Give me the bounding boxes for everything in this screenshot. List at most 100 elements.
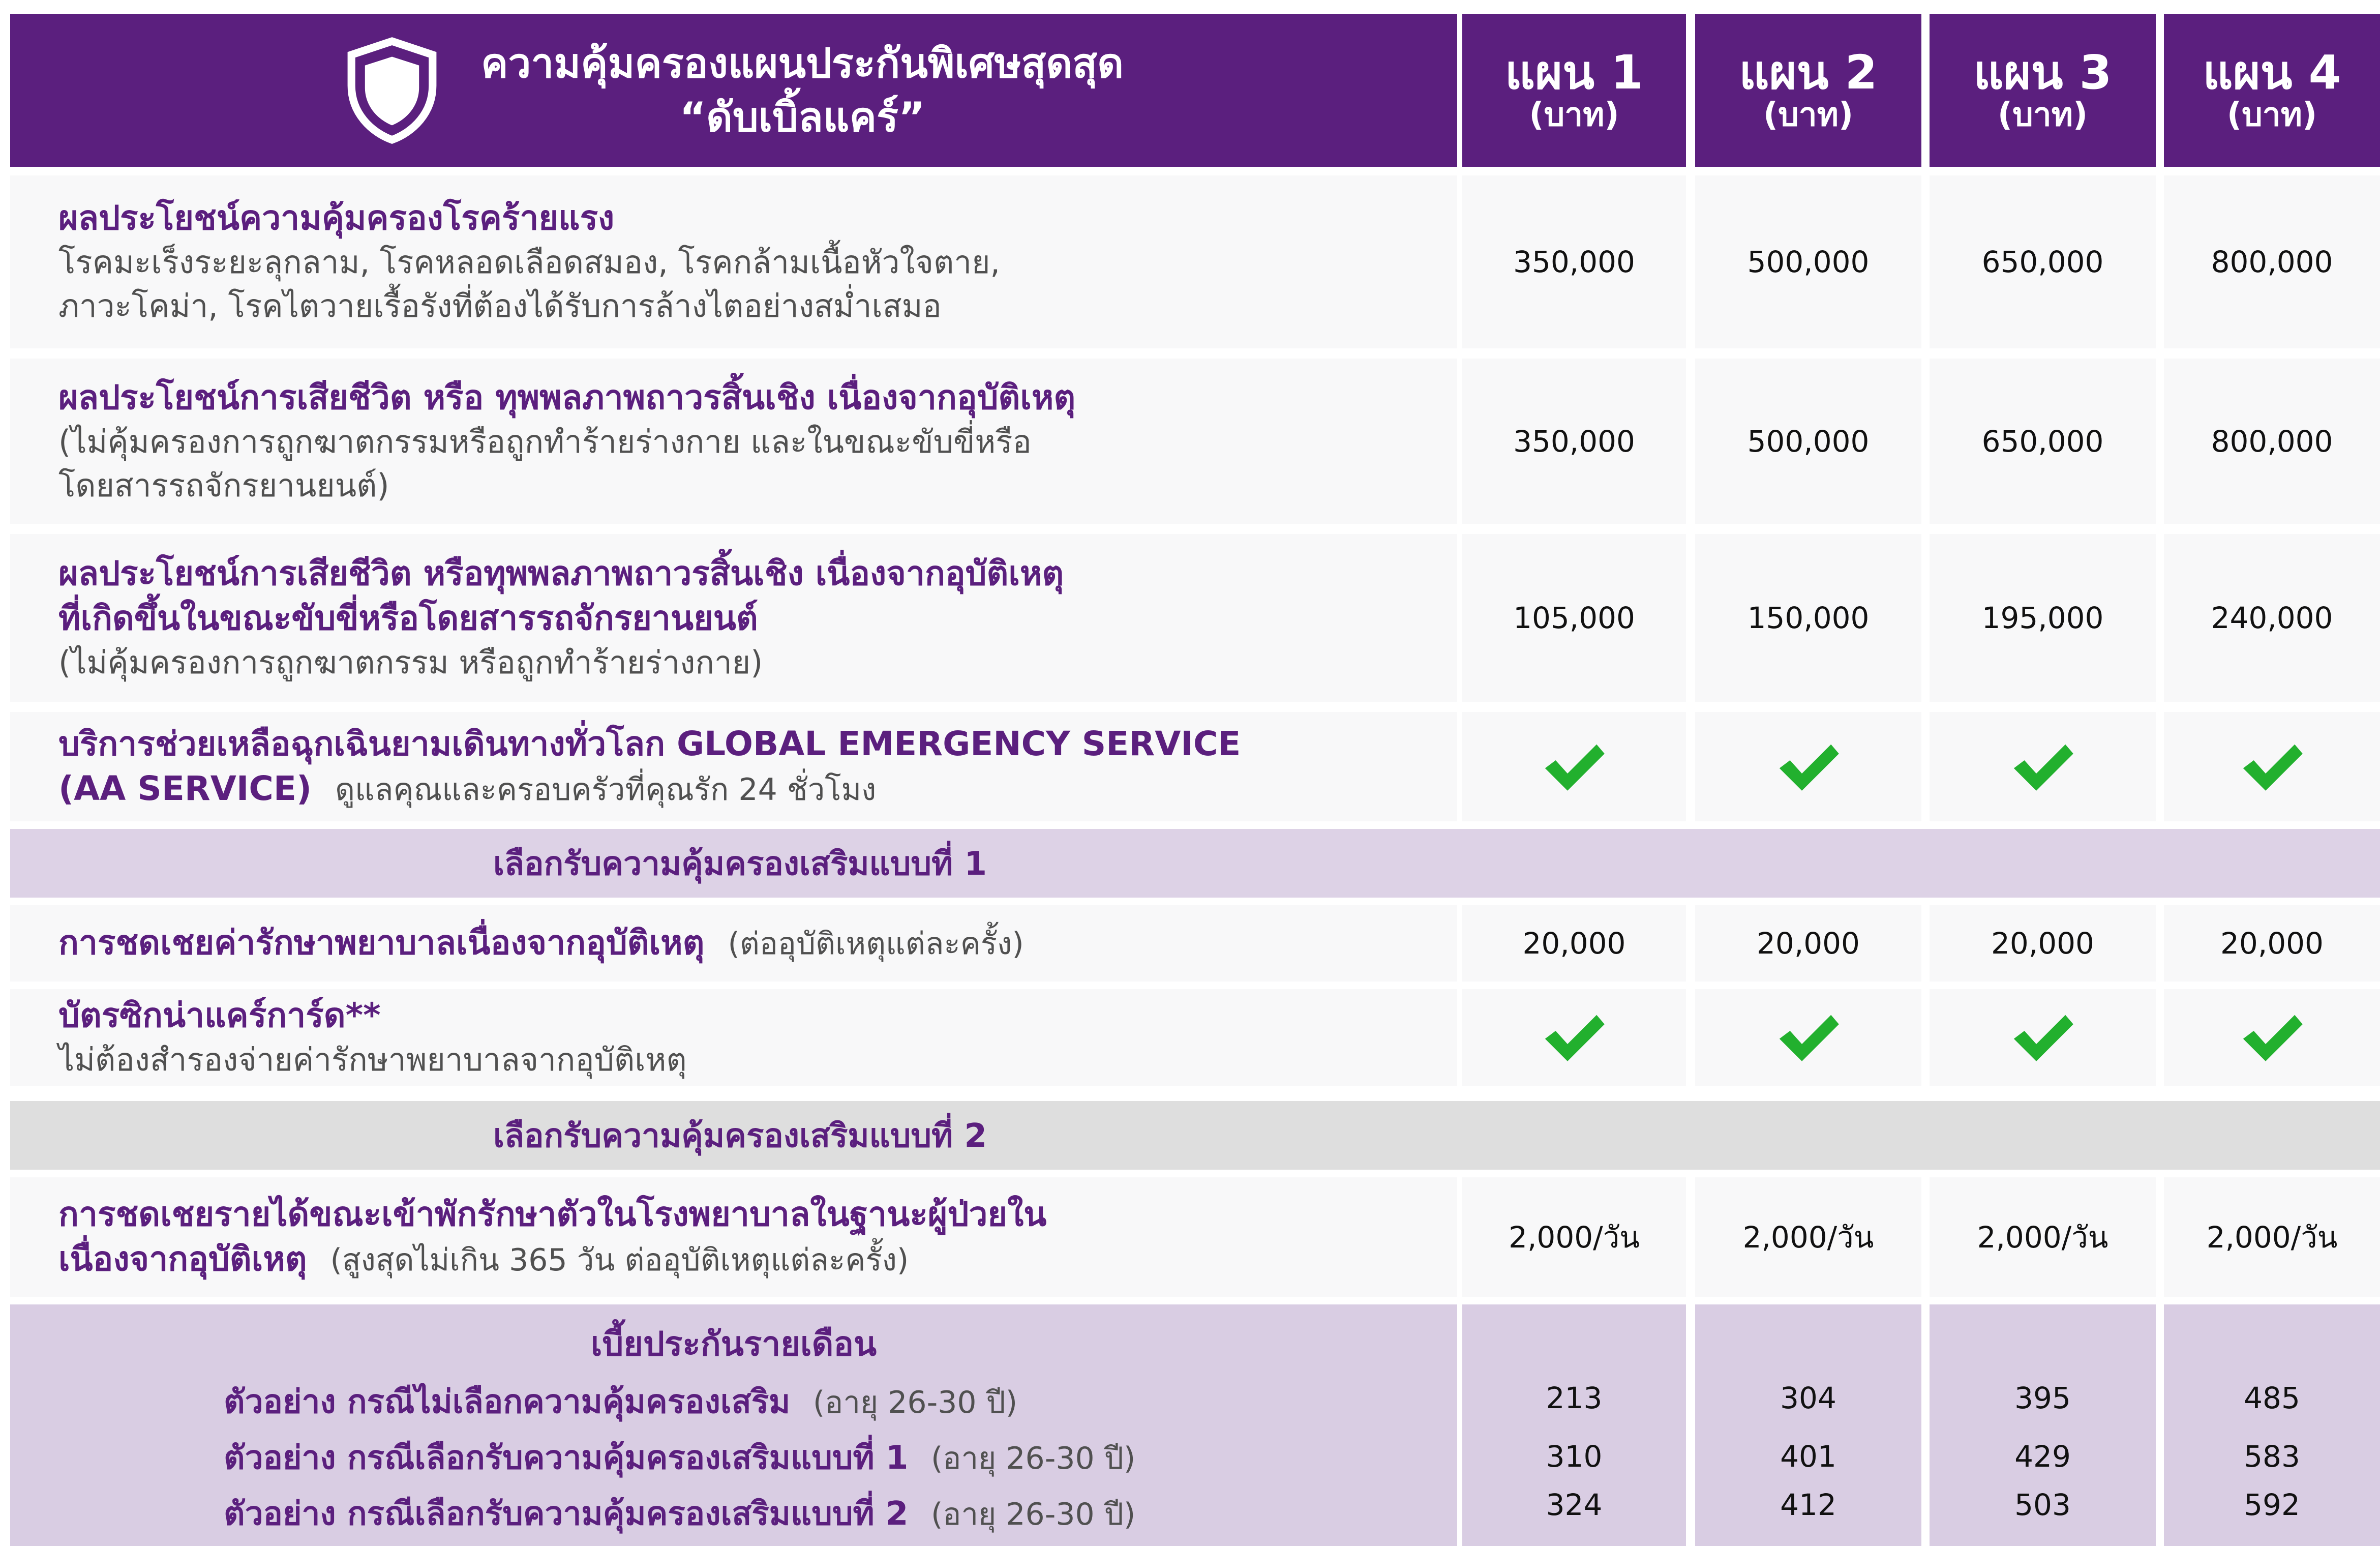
row-subtitle: (ไม่คุ้มครองการถูกฆาตกรรม หรือถูกทำร้ายร… xyxy=(58,644,763,681)
value-cell: 20,000 xyxy=(2164,905,2380,982)
row-cigna-care-card: บัตรซิกน่าแคร์การ์ด** ไม่ต้องสำรองจ่ายค่… xyxy=(10,989,1457,1086)
check-cell xyxy=(1930,712,2156,821)
premium-line-3: ตัวอย่าง กรณีเลือกรับความคุ้มครองเสริมแบ… xyxy=(224,1488,1135,1539)
check-cell xyxy=(1930,989,2156,1086)
value-cell: 650,000 xyxy=(1930,359,2156,524)
plan-unit: (บาท) xyxy=(1997,96,2088,134)
premium-value: 583 xyxy=(2244,1439,2300,1474)
check-icon xyxy=(2243,744,2303,791)
check-icon xyxy=(1545,1015,1605,1061)
premium-value: 412 xyxy=(1780,1488,1836,1522)
premium-value: 485 xyxy=(2244,1381,2300,1415)
premium-line-label: ตัวอย่าง กรณีเลือกรับความคุ้มครองเสริมแบ… xyxy=(224,1495,909,1533)
value-cell: 350,000 xyxy=(1462,359,1686,524)
premium-line-age: (อายุ 26-30 ปี) xyxy=(931,1441,1136,1476)
premium-line-age: (อายุ 26-30 ปี) xyxy=(812,1385,1018,1420)
premium-value: 503 xyxy=(2014,1488,2071,1522)
title-line-2: “ดับเบิ้ลแคร์” xyxy=(679,94,925,141)
plan-header-3: แผน 3 (บาท) xyxy=(1930,14,2156,167)
row-title-line-2: (AA SERVICE) ดูแลคุณและครอบครัวที่คุณรัก… xyxy=(58,766,1457,812)
row-inline-note: (ต่ออุบัติเหตุแต่ละครั้ง) xyxy=(728,926,1024,962)
row-emergency-service: บริการช่วยเหลือฉุกเฉินยามเดินทางทั่วโลก … xyxy=(10,712,1457,821)
row-title: การชดเชยค่ารักษาพยาบาลเนื่องจากอุบัติเหต… xyxy=(58,923,705,962)
header-title-cell: ความคุ้มครองแผนประกันพิเศษสุดสุด “ดับเบิ… xyxy=(10,14,1457,167)
value-cell: 650,000 xyxy=(1930,175,2156,348)
check-cell xyxy=(2164,989,2380,1086)
row-title-suffix: เนื่องจากอุบัติเหตุ xyxy=(58,1239,307,1279)
premium-value: 592 xyxy=(2244,1488,2300,1522)
value-cell: 2,000/วัน xyxy=(1462,1177,1686,1297)
row-subtitle: ไม่ต้องสำรองจ่ายค่ารักษาพยาบาลจากอุบัติเ… xyxy=(58,1041,687,1078)
premium-title: เบี้ยประกันรายเดือน xyxy=(590,1324,877,1363)
row-title: บริการช่วยเหลือฉุกเฉินยามเดินทางทั่วโลก … xyxy=(58,724,1241,763)
value-cell: 500,000 xyxy=(1695,359,1921,524)
check-cell xyxy=(1695,712,1921,821)
section-title: เลือกรับความคุ้มครองเสริมแบบที่ 2 xyxy=(493,1117,987,1155)
row-subtitle: โรคมะเร็งระยะลุกลาม, โรคหลอดเลือดสมอง, โ… xyxy=(58,244,1001,281)
page-title: ความคุ้มครองแผนประกันพิเศษสุดสุด “ดับเบิ… xyxy=(481,37,1124,144)
row-subtitle: โดยสารรถจักรยานยนต์) xyxy=(58,466,389,504)
shield-icon xyxy=(347,37,437,144)
row-title: ที่เกิดขึ้นในขณะขับขี่หรือโดยสารรถจักรยา… xyxy=(58,599,758,638)
plan-name: แผน 1 xyxy=(1504,45,1644,100)
section-2-header: เลือกรับความคุ้มครองเสริมแบบที่ 2 xyxy=(10,1101,2380,1170)
plan-unit: (บาท) xyxy=(1529,96,1619,134)
premium-value: 395 xyxy=(2014,1381,2071,1415)
value-cell: 2,000/วัน xyxy=(1695,1177,1921,1297)
row-income-compensation: การชดเชยรายได้ขณะเข้าพักรักษาตัวในโรงพยา… xyxy=(10,1177,1457,1297)
value-cell: 20,000 xyxy=(1695,905,1921,982)
plan-header-1: แผน 1 (บาท) xyxy=(1462,14,1686,167)
section-1-header: เลือกรับความคุ้มครองเสริมแบบที่ 1 xyxy=(10,829,2380,898)
title-line-1: ความคุ้มครองแผนประกันพิเศษสุดสุด xyxy=(480,40,1124,87)
check-icon xyxy=(1779,744,1839,791)
value-cell: 800,000 xyxy=(2164,359,2380,524)
section-title: เลือกรับความคุ้มครองเสริมแบบที่ 1 xyxy=(493,845,987,883)
check-icon xyxy=(1545,744,1605,791)
check-cell xyxy=(1462,712,1686,821)
check-cell xyxy=(2164,712,2380,821)
row-title: ผลประโยชน์ความคุ้มครองโรคร้ายแรง xyxy=(58,198,615,237)
row-medical-expense: การชดเชยค่ารักษาพยาบาลเนื่องจากอุบัติเหต… xyxy=(10,905,1457,982)
value-cell: 800,000 xyxy=(2164,175,2380,348)
premium-line-age: (อายุ 26-30 ปี) xyxy=(931,1497,1136,1532)
value-cell: 20,000 xyxy=(1462,905,1686,982)
value-cell: 2,000/วัน xyxy=(1930,1177,2156,1297)
row-title: การชดเชยรายได้ขณะเข้าพักรักษาตัวในโรงพยา… xyxy=(58,1194,1047,1234)
premium-line-1: ตัวอย่าง กรณีไม่เลือกความคุ้มครองเสริม (… xyxy=(224,1376,1017,1428)
check-icon xyxy=(2013,744,2073,791)
check-cell xyxy=(1695,989,1921,1086)
plan-unit: (บาท) xyxy=(2226,96,2317,134)
premium-value: 429 xyxy=(2014,1439,2071,1474)
check-icon xyxy=(1779,1015,1839,1061)
value-cell: 240,000 xyxy=(2164,534,2380,702)
row-subtitle: (ไม่คุ้มครองการถูกฆาตกรรมหรือถูกทำร้ายร่… xyxy=(58,423,1032,460)
row-subtitle: ภาวะโคม่า, โรคไตวายเรื้อรังที่ต้องได้รับ… xyxy=(58,287,942,324)
premium-value: 310 xyxy=(1546,1439,1603,1474)
row-critical-illness: ผลประโยชน์ความคุ้มครองโรคร้ายแรง โรคมะเร… xyxy=(10,175,1457,348)
check-cell xyxy=(1462,989,1686,1086)
row-title: บัตรซิกน่าแคร์การ์ด** xyxy=(58,996,381,1035)
row-title-line-2: เนื่องจากอุบัติเหตุ (สูงสุดไม่เกิน 365 ว… xyxy=(58,1237,1457,1283)
row-inline-note: ดูแลคุณและครอบครัวที่คุณรัก 24 ชั่วโมง xyxy=(335,771,877,808)
value-cell: 150,000 xyxy=(1695,534,1921,702)
row-title: ผลประโยชน์การเสียชีวิต หรือ ทุพพลภาพถาวร… xyxy=(58,377,1076,417)
plan-header-4: แผน 4 (บาท) xyxy=(2164,14,2380,167)
value-cell: 105,000 xyxy=(1462,534,1686,702)
value-cell: 20,000 xyxy=(1930,905,2156,982)
row-motorcycle-accident: ผลประโยชน์การเสียชีวิต หรือทุพพลภาพถาวรส… xyxy=(10,534,1457,702)
value-cell: 2,000/วัน xyxy=(2164,1177,2380,1297)
plan-name: แผน 4 xyxy=(2203,45,2341,100)
premium-value: 401 xyxy=(1780,1439,1836,1474)
check-icon xyxy=(2013,1015,2073,1061)
plan-unit: (บาท) xyxy=(1763,96,1854,134)
premium-line-2: ตัวอย่าง กรณีเลือกรับความคุ้มครองเสริมแบ… xyxy=(224,1432,1135,1483)
row-inline-note: (สูงสุดไม่เกิน 365 วัน ต่ออุบัติเหตุแต่ล… xyxy=(330,1242,909,1278)
row-accidental-death: ผลประโยชน์การเสียชีวิต หรือ ทุพพลภาพถาวร… xyxy=(10,359,1457,524)
premium-line-label: ตัวอย่าง กรณีไม่เลือกความคุ้มครองเสริม xyxy=(224,1383,791,1421)
value-cell: 195,000 xyxy=(1930,534,2156,702)
value-cell: 500,000 xyxy=(1695,175,1921,348)
plan-header-2: แผน 2 (บาท) xyxy=(1695,14,1921,167)
premium-value: 304 xyxy=(1780,1381,1836,1415)
premium-line-label: ตัวอย่าง กรณีเลือกรับความคุ้มครองเสริมแบ… xyxy=(224,1439,909,1477)
premium-value: 213 xyxy=(1546,1381,1603,1415)
